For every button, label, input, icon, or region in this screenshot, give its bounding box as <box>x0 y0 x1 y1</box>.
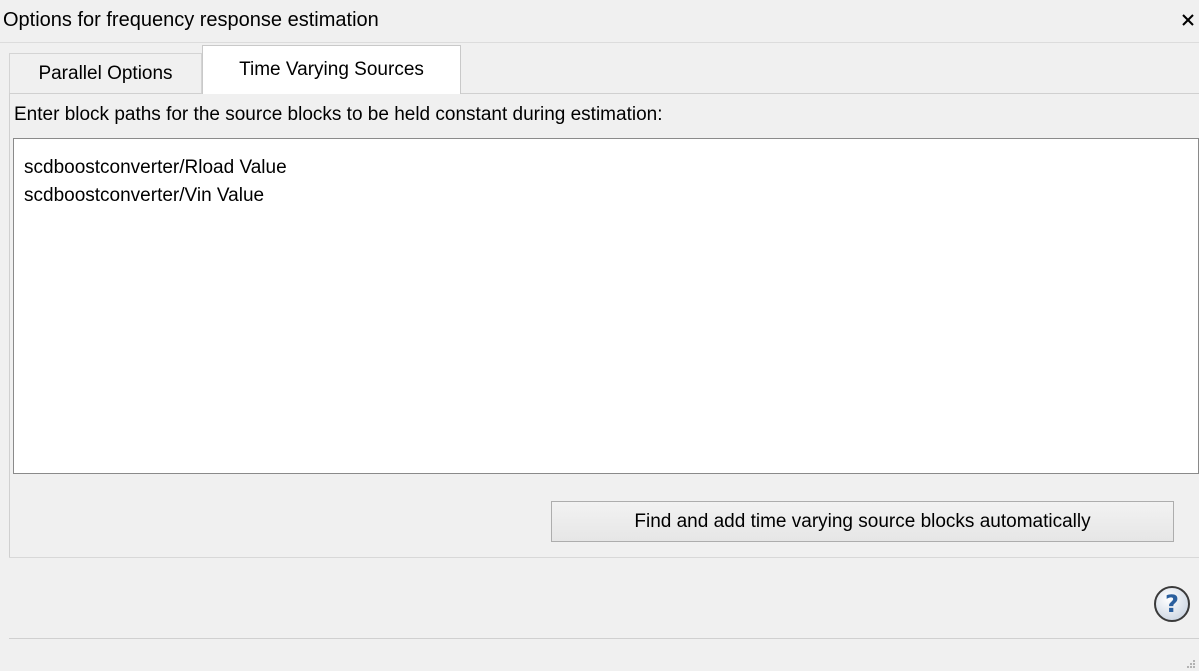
help-glyph: ? <box>1165 590 1179 618</box>
tab-label: Parallel Options <box>38 62 173 84</box>
block-paths-textarea[interactable]: scdboostconverter/Rload Value scdboostco… <box>13 138 1199 474</box>
tab-strip: Parallel Options Time Varying Sources <box>9 43 1199 94</box>
close-button[interactable] <box>1176 4 1199 36</box>
close-icon <box>1181 14 1194 26</box>
block-path-line: scdboostconverter/Vin Value <box>24 185 265 206</box>
instruction-label: Enter block paths for the source blocks … <box>14 104 663 125</box>
tab-parallel-options[interactable]: Parallel Options <box>9 53 202 93</box>
find-add-sources-button[interactable]: Find and add time varying source blocks … <box>551 501 1174 542</box>
tab-time-varying-sources[interactable]: Time Varying Sources <box>202 45 461 94</box>
title-bar: Options for frequency response estimatio… <box>0 0 1199 43</box>
status-separator <box>9 638 1199 639</box>
window-title: Options for frequency response estimatio… <box>3 9 379 31</box>
tab-label: Time Varying Sources <box>239 59 424 80</box>
find-add-sources-label: Find and add time varying source blocks … <box>634 510 1091 532</box>
dialog-footer <box>9 557 1199 671</box>
help-button[interactable]: ? <box>1152 584 1192 624</box>
question-mark-circle-icon: ? <box>1154 586 1190 622</box>
block-path-line: scdboostconverter/Rload Value <box>24 157 287 178</box>
resize-grip-icon[interactable] <box>1186 659 1196 669</box>
